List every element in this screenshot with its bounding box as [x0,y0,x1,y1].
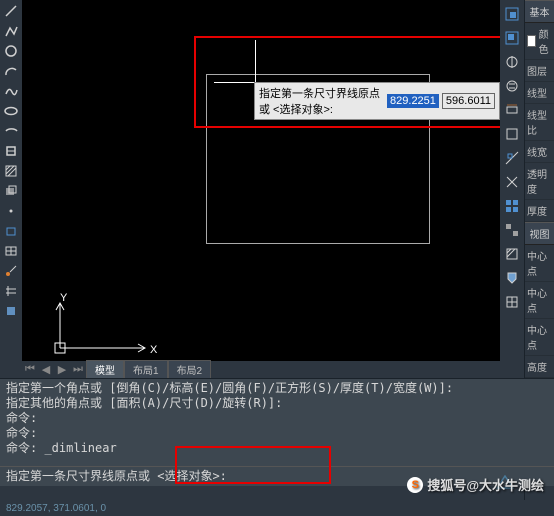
right-tool-6-icon[interactable] [502,124,522,144]
prop-layer[interactable]: 图层 [525,60,554,82]
tab-prev-icon[interactable]: ◀ [38,363,54,377]
circle-tool-icon[interactable] [2,42,20,60]
drawing-canvas[interactable]: 指定第一条尺寸界线原点或 <选择对象>: 829.2251 596.6011 Y… [22,0,500,361]
right-tool-3-icon[interactable] [502,52,522,72]
color-swatch-icon [527,35,536,47]
coordinates-readout: 829.2057, 371.0601, 0 [6,503,106,514]
line-tool-icon[interactable] [2,2,20,20]
prop-thickness[interactable]: 厚度 [525,200,554,222]
polyline-tool-icon[interactable] [2,22,20,40]
prop-color[interactable]: 颜色 [525,23,554,60]
dynamic-input-tooltip: 指定第一条尺寸界线原点或 <选择对象>: 829.2251 596.6011 [254,82,500,120]
right-tool-9-icon[interactable] [502,196,522,216]
tooltip-prompt: 指定第一条尺寸界线原点或 <选择对象>: [259,85,384,117]
prop-center3[interactable]: 中心点 [525,319,554,356]
right-tool-4-icon[interactable] [502,76,522,96]
watermark-text: 搜狐号@大水牛测绘 [427,475,544,494]
right-toolbar [500,0,524,378]
layout-tab-bar: ⏮ ◀ ▶ ⏭ 模型 布局1 布局2 [22,361,500,378]
right-tool-2-icon[interactable] [502,28,522,48]
ucs-icon [50,298,150,361]
construction-tool-icon[interactable] [2,282,20,300]
panel-section-view[interactable]: 视图 [525,222,554,245]
right-tool-13-icon[interactable] [502,292,522,312]
axis-y-label: Y [60,292,67,304]
arc-tool-icon[interactable] [2,62,20,80]
watermark: S 搜狐号@大水牛测绘 [407,475,544,494]
prop-height[interactable]: 高度 [525,356,554,378]
right-tool-8-icon[interactable] [502,172,522,192]
prop-transparency[interactable]: 透明度 [525,163,554,200]
history-line: 命令: [6,426,548,441]
tab-layout1[interactable]: 布局1 [124,360,168,379]
tab-first-icon[interactable]: ⏮ [22,363,38,377]
prop-linetype[interactable]: 线型 [525,82,554,104]
right-tool-5-icon[interactable] [502,100,522,120]
tab-model[interactable]: 模型 [86,360,124,379]
history-line: 指定其他的角点或 [面积(A)/尺寸(D)/旋转(R)]: [6,396,548,411]
sohu-logo-icon: S [407,477,423,493]
left-toolbar [0,0,22,378]
right-tool-10-icon[interactable] [502,220,522,240]
tab-next-icon[interactable]: ▶ [54,363,70,377]
spline-tool-icon[interactable] [2,82,20,100]
ellipse-arc-tool-icon[interactable] [2,122,20,140]
tooltip-value-2: 596.6011 [442,93,495,109]
tab-layout2[interactable]: 布局2 [168,360,212,379]
tooltip-value-1[interactable]: 829.2251 [387,94,439,108]
right-tool-7-icon[interactable] [502,148,522,168]
region-tool-icon[interactable] [2,182,20,200]
status-bar: 829.2057, 371.0601, 0 [0,500,554,516]
axis-x-label: X [150,344,157,356]
history-line: 命令: [6,411,548,426]
prop-ltscale[interactable]: 线型比 [525,104,554,141]
scale-tool-icon[interactable] [2,302,20,320]
hatch-tool-icon[interactable] [2,162,20,180]
ellipse-tool-icon[interactable] [2,102,20,120]
point-tool-icon[interactable] [2,202,20,220]
xline-tool-icon[interactable] [2,262,20,280]
block-tool-icon[interactable] [2,142,20,160]
panel-section-basic[interactable]: 基本 [525,0,554,23]
prop-center1[interactable]: 中心点 [525,245,554,282]
annotation-highlight-bottom [175,446,331,484]
prop-lineweight[interactable]: 线宽 [525,141,554,163]
tab-last-icon[interactable]: ⏭ [70,363,86,377]
text-tool-icon[interactable] [2,222,20,240]
right-tool-1-icon[interactable] [502,4,522,24]
right-tool-12-icon[interactable] [502,268,522,288]
right-tool-11-icon[interactable] [502,244,522,264]
prop-center2[interactable]: 中心点 [525,282,554,319]
table-tool-icon[interactable] [2,242,20,260]
history-line: 指定第一个角点或 [倒角(C)/标高(E)/圆角(F)/正方形(S)/厚度(T)… [6,381,548,396]
